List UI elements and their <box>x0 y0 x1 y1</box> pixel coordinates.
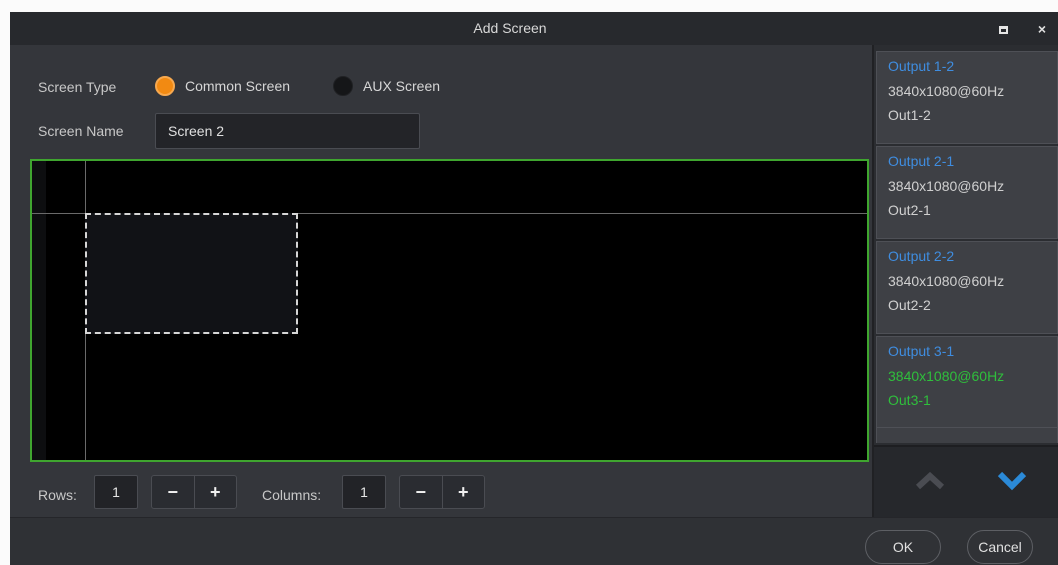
rows-increment-button[interactable]: + <box>193 476 237 508</box>
dialog-title: Add Screen <box>473 20 547 36</box>
screen-name-label: Screen Name <box>38 123 124 139</box>
output-sidebar: Output 1-2 3840x1080@60Hz Out1-2 Output … <box>872 45 1058 517</box>
background-left <box>0 0 10 565</box>
chevron-down-icon[interactable] <box>994 465 1030 495</box>
radio-selected-icon <box>155 76 175 96</box>
add-screen-dialog: Add Screen × Screen Type Common Screen A… <box>10 12 1058 565</box>
radio-aux-screen-label: AUX Screen <box>363 78 441 94</box>
output-name: Output 3-1 <box>888 343 955 359</box>
output-port: Out3-1 <box>888 392 931 408</box>
output-name: Output 2-2 <box>888 248 955 264</box>
output-name: Output 1-2 <box>888 58 955 74</box>
output-name: Output 2-1 <box>888 153 955 169</box>
columns-stepper: − + <box>399 475 485 509</box>
columns-label: Columns: <box>262 487 322 503</box>
main-panel: Screen Type Common Screen AUX Screen Scr… <box>10 45 872 517</box>
maximize-icon[interactable] <box>993 19 1013 39</box>
background-top <box>0 0 1058 12</box>
output-list[interactable]: Output 1-2 3840x1080@60Hz Out1-2 Output … <box>874 45 1058 443</box>
ok-button[interactable]: OK <box>865 530 941 564</box>
output-resolution: 3840x1080@60Hz <box>888 178 1005 194</box>
radio-common-screen-label: Common Screen <box>185 78 291 94</box>
output-port: Out1-2 <box>888 107 931 123</box>
screen-placeholder-box[interactable] <box>85 213 298 334</box>
rows-value-field[interactable]: 1 <box>94 475 138 509</box>
output-nav <box>874 445 1058 517</box>
output-resolution: 3840x1080@60Hz <box>888 368 1005 384</box>
output-port: Out2-2 <box>888 297 931 313</box>
title-bar[interactable]: Add Screen × <box>10 12 1058 45</box>
cancel-button[interactable]: Cancel <box>967 530 1033 564</box>
close-icon[interactable]: × <box>1032 19 1052 39</box>
dialog-footer: OK Cancel <box>10 517 1058 565</box>
output-port: Out2-1 <box>888 202 931 218</box>
output-card-2-1[interactable]: Output 2-1 3840x1080@60Hz Out2-1 <box>876 146 1058 239</box>
columns-value-field[interactable]: 1 <box>342 475 386 509</box>
rows-decrement-button[interactable]: − <box>152 476 194 508</box>
columns-increment-button[interactable]: + <box>441 476 485 508</box>
output-resolution: 3840x1080@60Hz <box>888 273 1005 289</box>
chevron-up-icon[interactable] <box>912 465 948 495</box>
radio-aux-screen[interactable]: AUX Screen <box>333 76 440 96</box>
columns-decrement-button[interactable]: − <box>400 476 442 508</box>
radio-common-screen[interactable]: Common Screen <box>155 76 290 96</box>
rows-stepper: − + <box>151 475 237 509</box>
radio-unselected-icon <box>333 76 353 96</box>
rows-label: Rows: <box>38 487 77 503</box>
output-card-next[interactable] <box>876 427 1058 443</box>
screen-name-input[interactable] <box>155 113 420 149</box>
screen-layout-canvas[interactable] <box>30 159 869 462</box>
output-card-1-2[interactable]: Output 1-2 3840x1080@60Hz Out1-2 <box>876 51 1058 144</box>
screen-type-label: Screen Type <box>38 79 117 95</box>
output-card-2-2[interactable]: Output 2-2 3840x1080@60Hz Out2-2 <box>876 241 1058 334</box>
output-resolution: 3840x1080@60Hz <box>888 83 1005 99</box>
vertical-ruler <box>32 161 46 460</box>
output-card-3-1[interactable]: Output 3-1 3840x1080@60Hz Out3-1 <box>876 336 1058 429</box>
